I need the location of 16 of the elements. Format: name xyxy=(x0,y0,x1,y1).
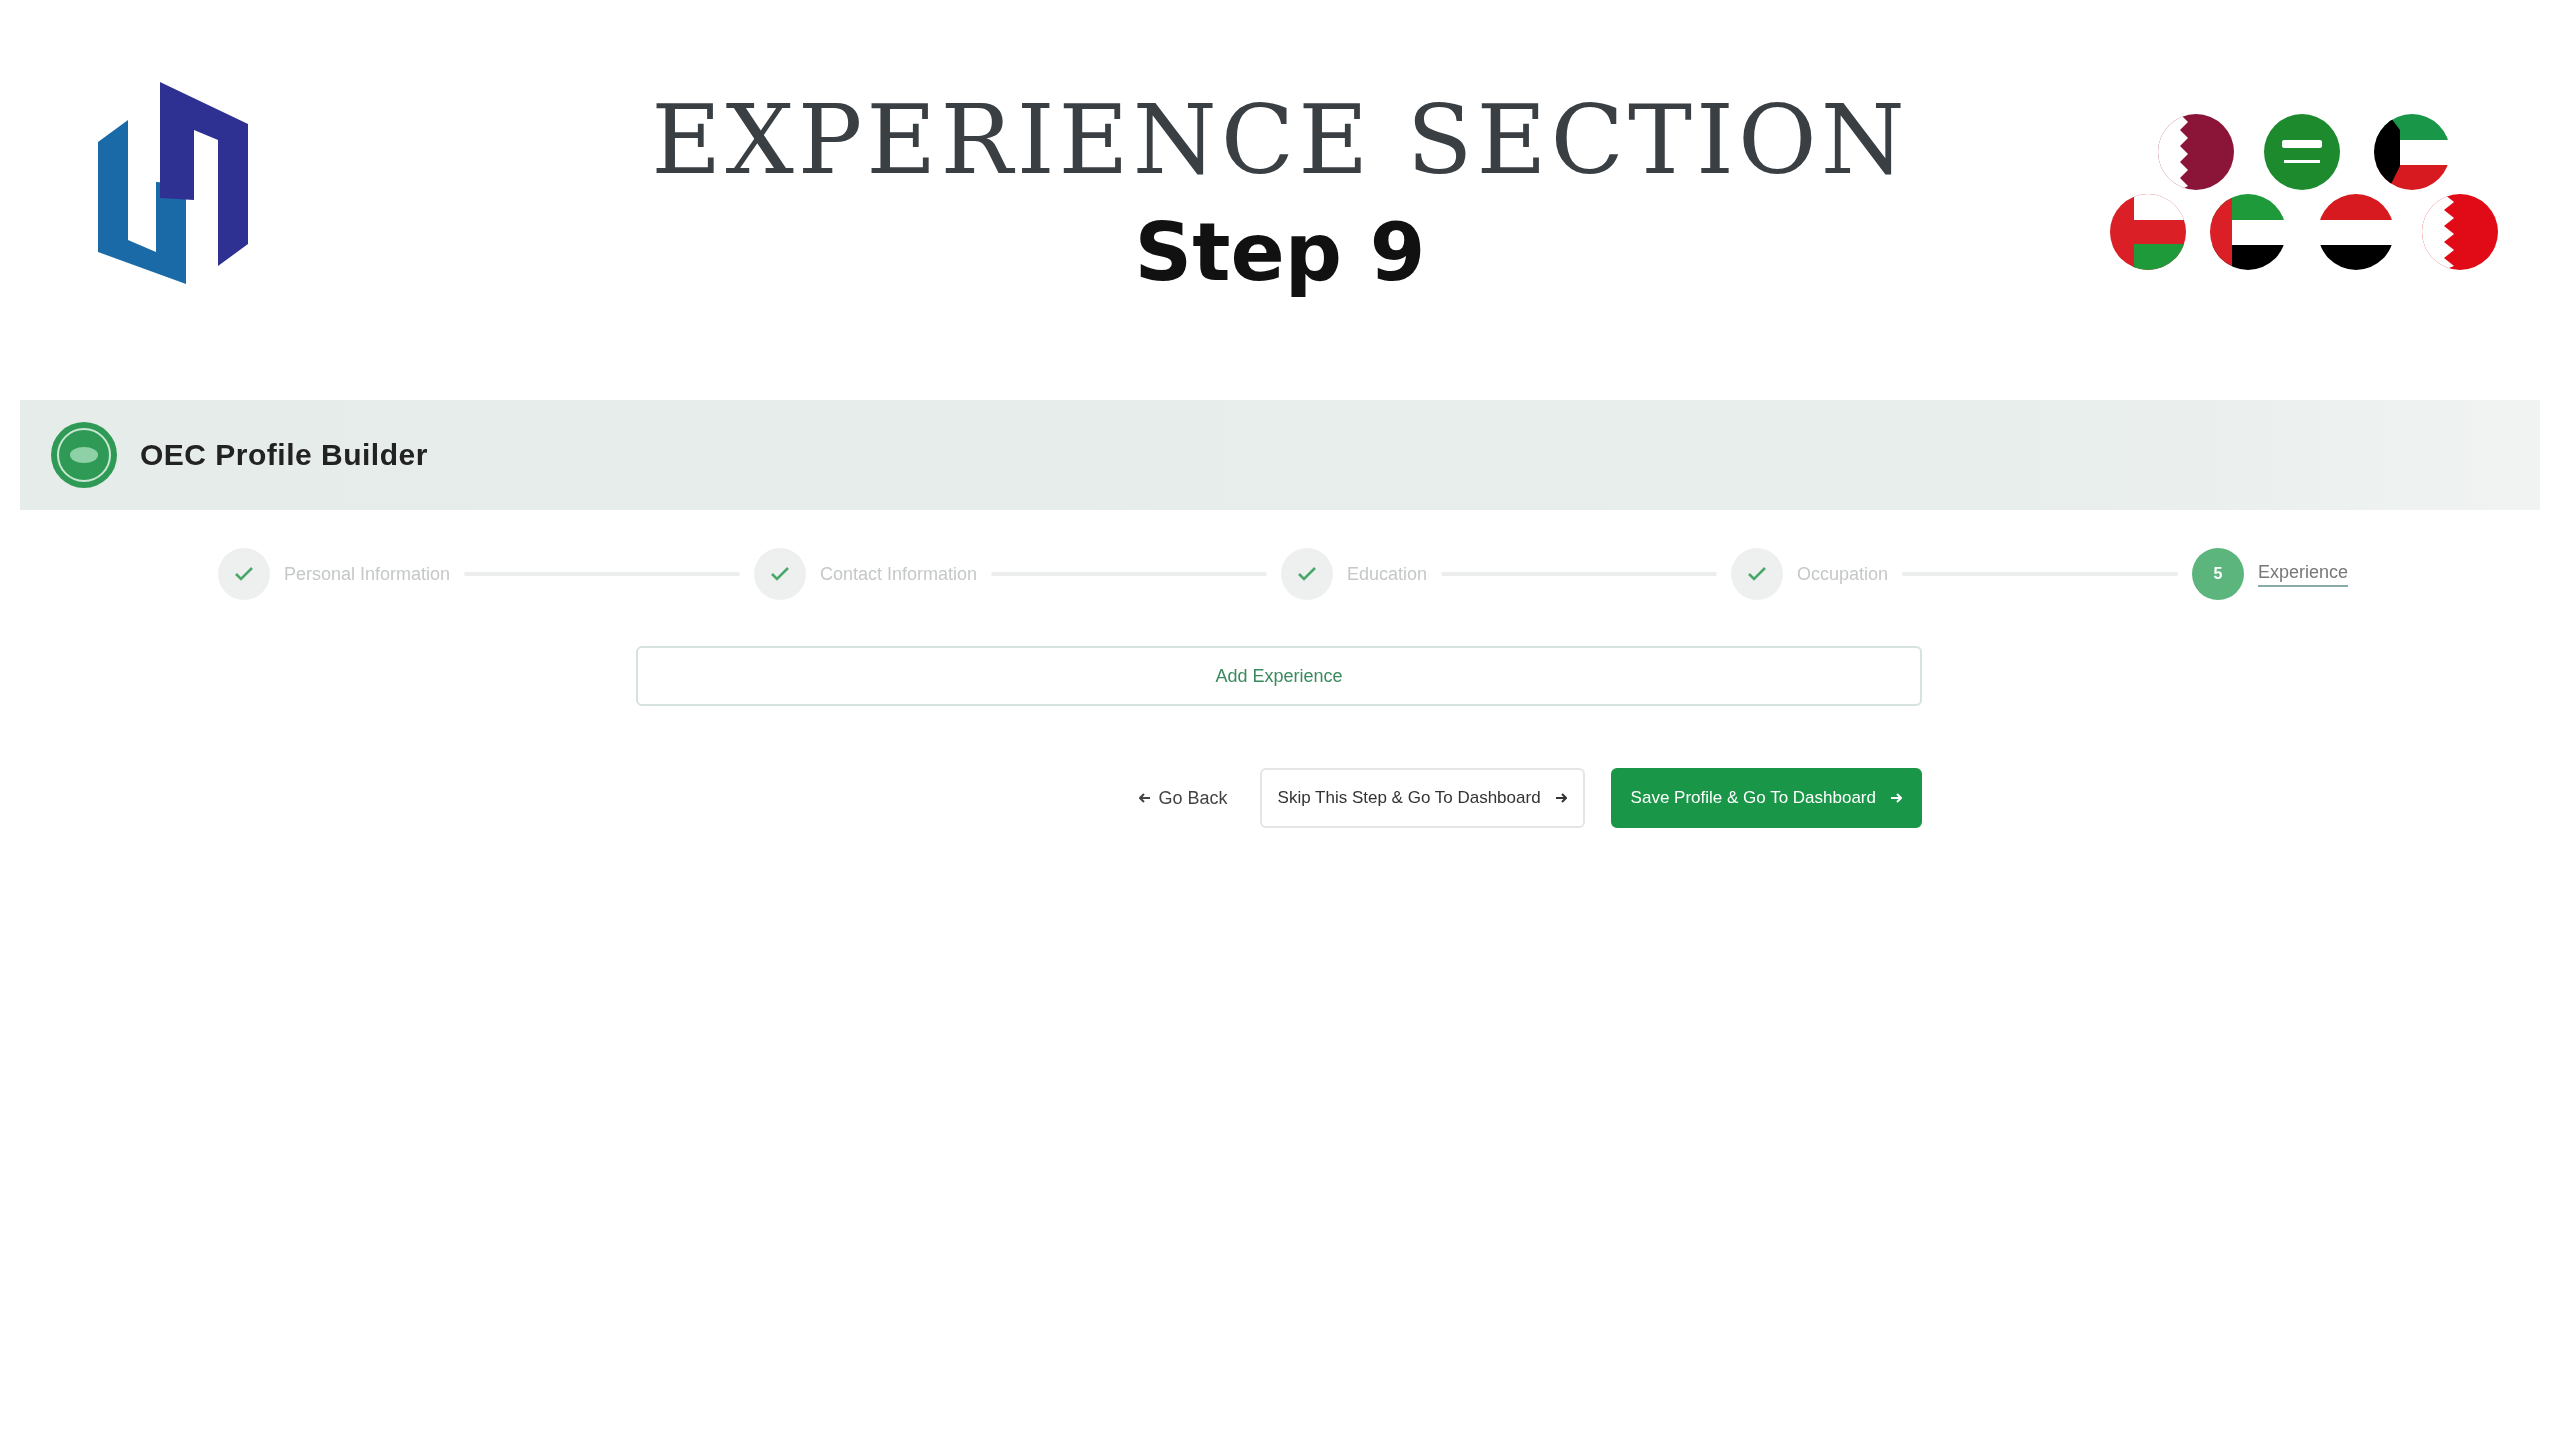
check-icon xyxy=(1746,566,1767,582)
arrow-icon xyxy=(1554,793,1567,803)
add-experience-button[interactable]: Add Experience xyxy=(636,646,1922,706)
back-button[interactable]: Go Back xyxy=(1132,786,1234,810)
save-button[interactable]: Save Profile & Go To Dashboard xyxy=(1610,768,1922,828)
section-title: EXPERIENCE SECTION xyxy=(651,90,1909,191)
arrow-icon xyxy=(1138,793,1151,803)
check-icon xyxy=(770,566,790,582)
emblem-icon xyxy=(50,421,118,489)
skip-button[interactable]: Skip This Step & Go To Dashboard xyxy=(1259,768,1585,828)
arrow-icon xyxy=(1890,793,1902,803)
step-label[interactable]: Experience xyxy=(2257,561,2348,587)
check-icon xyxy=(1297,566,1317,582)
app-title: OEC Profile Builder xyxy=(140,438,428,472)
step-number: 5 xyxy=(2213,565,2223,583)
check-icon xyxy=(234,566,254,582)
